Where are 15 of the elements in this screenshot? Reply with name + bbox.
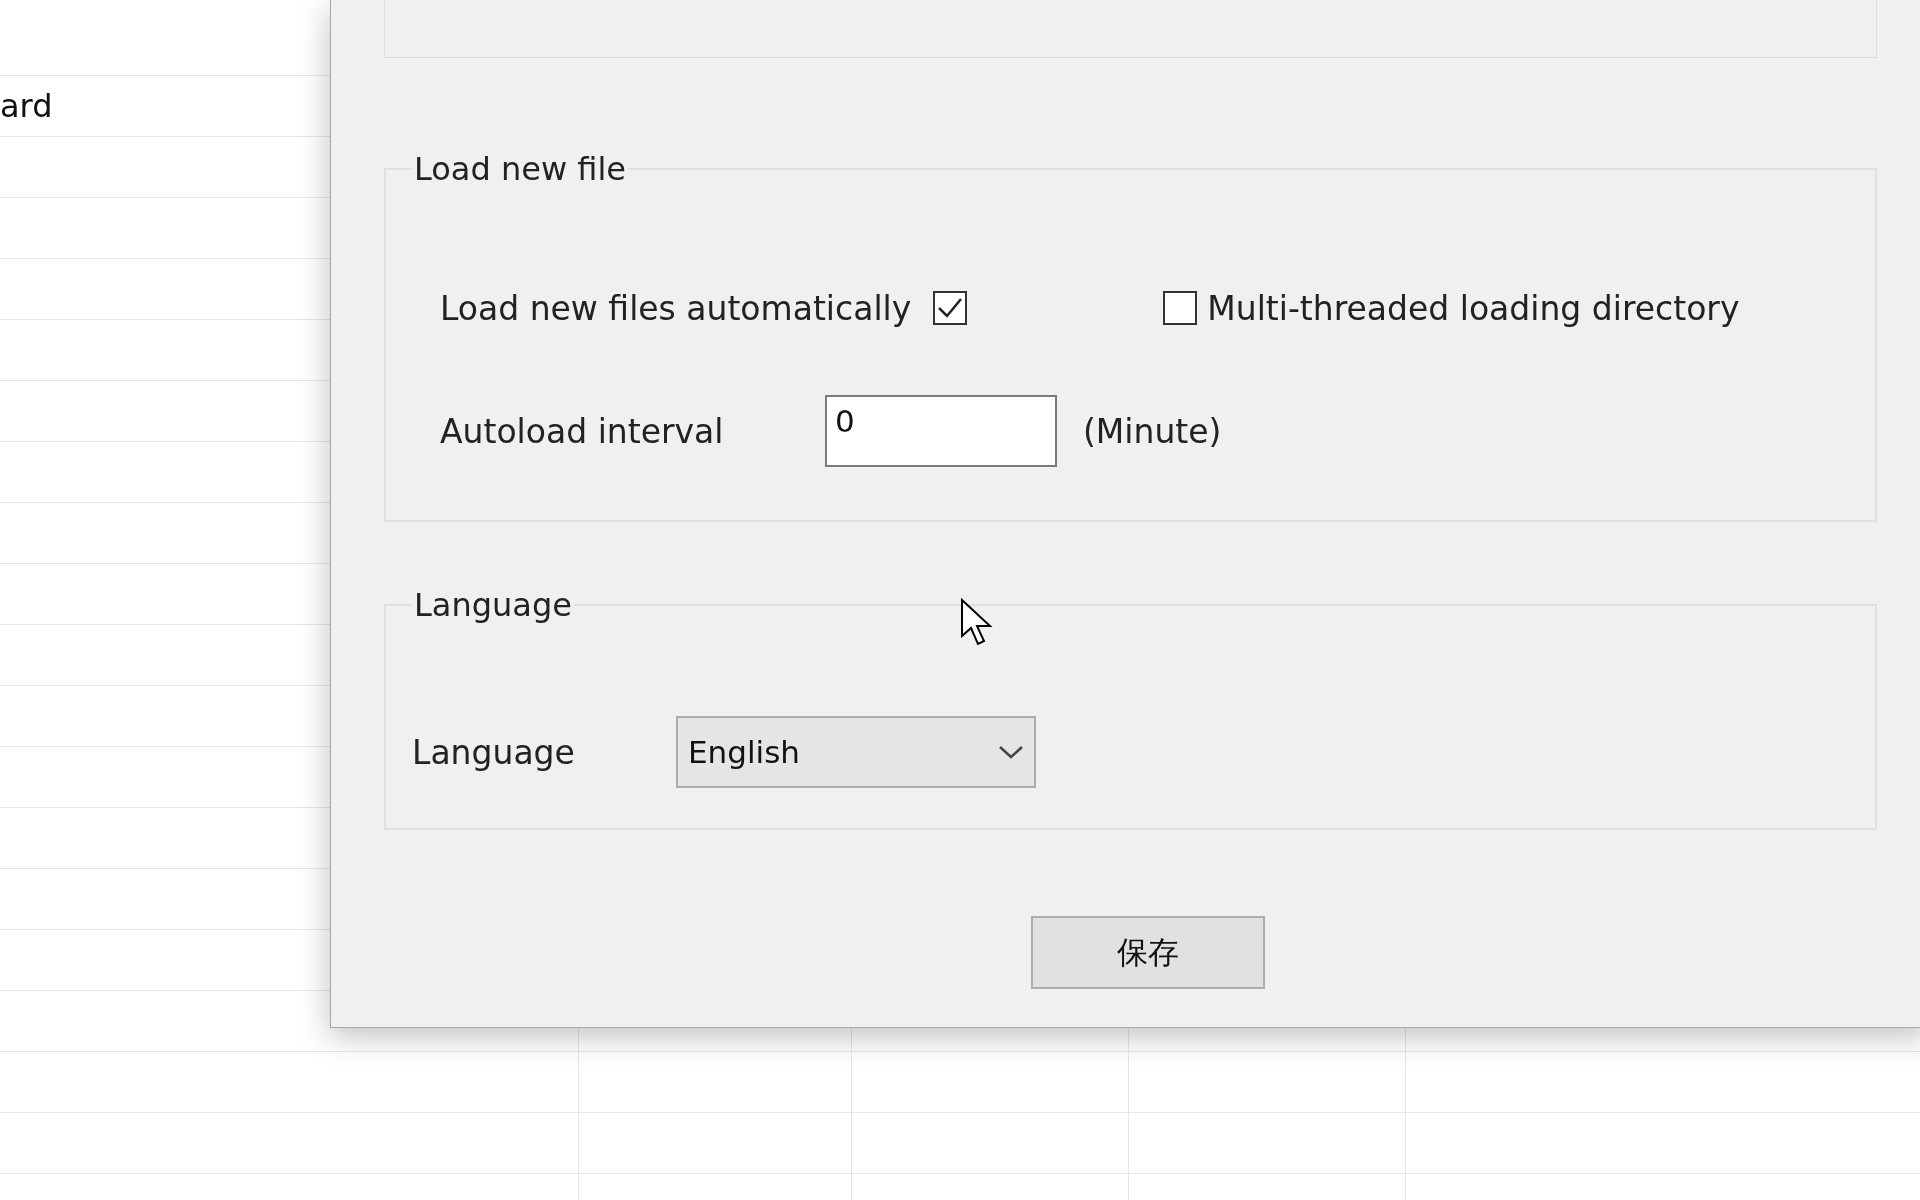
group-title: Language — [413, 586, 573, 624]
cell-text: ard — [0, 87, 53, 125]
mouse-cursor-icon — [960, 598, 994, 648]
group-title: Load new file — [413, 150, 627, 188]
checkbox[interactable] — [933, 291, 968, 325]
unit-label: (Minute) — [1083, 411, 1222, 451]
checkbox[interactable] — [1163, 291, 1198, 325]
checkbox-label: Load new files automatically — [440, 288, 912, 328]
chevron-down-icon — [998, 744, 1024, 760]
interval-input[interactable]: 0 — [825, 395, 1057, 467]
language-dropdown[interactable]: English — [676, 716, 1036, 788]
field-label: Language — [412, 732, 576, 772]
field-label: Autoload interval — [440, 411, 725, 451]
checkbox-label: Multi-threaded loading directory — [1207, 288, 1740, 328]
save-button[interactable]: 保存 — [1030, 916, 1265, 989]
